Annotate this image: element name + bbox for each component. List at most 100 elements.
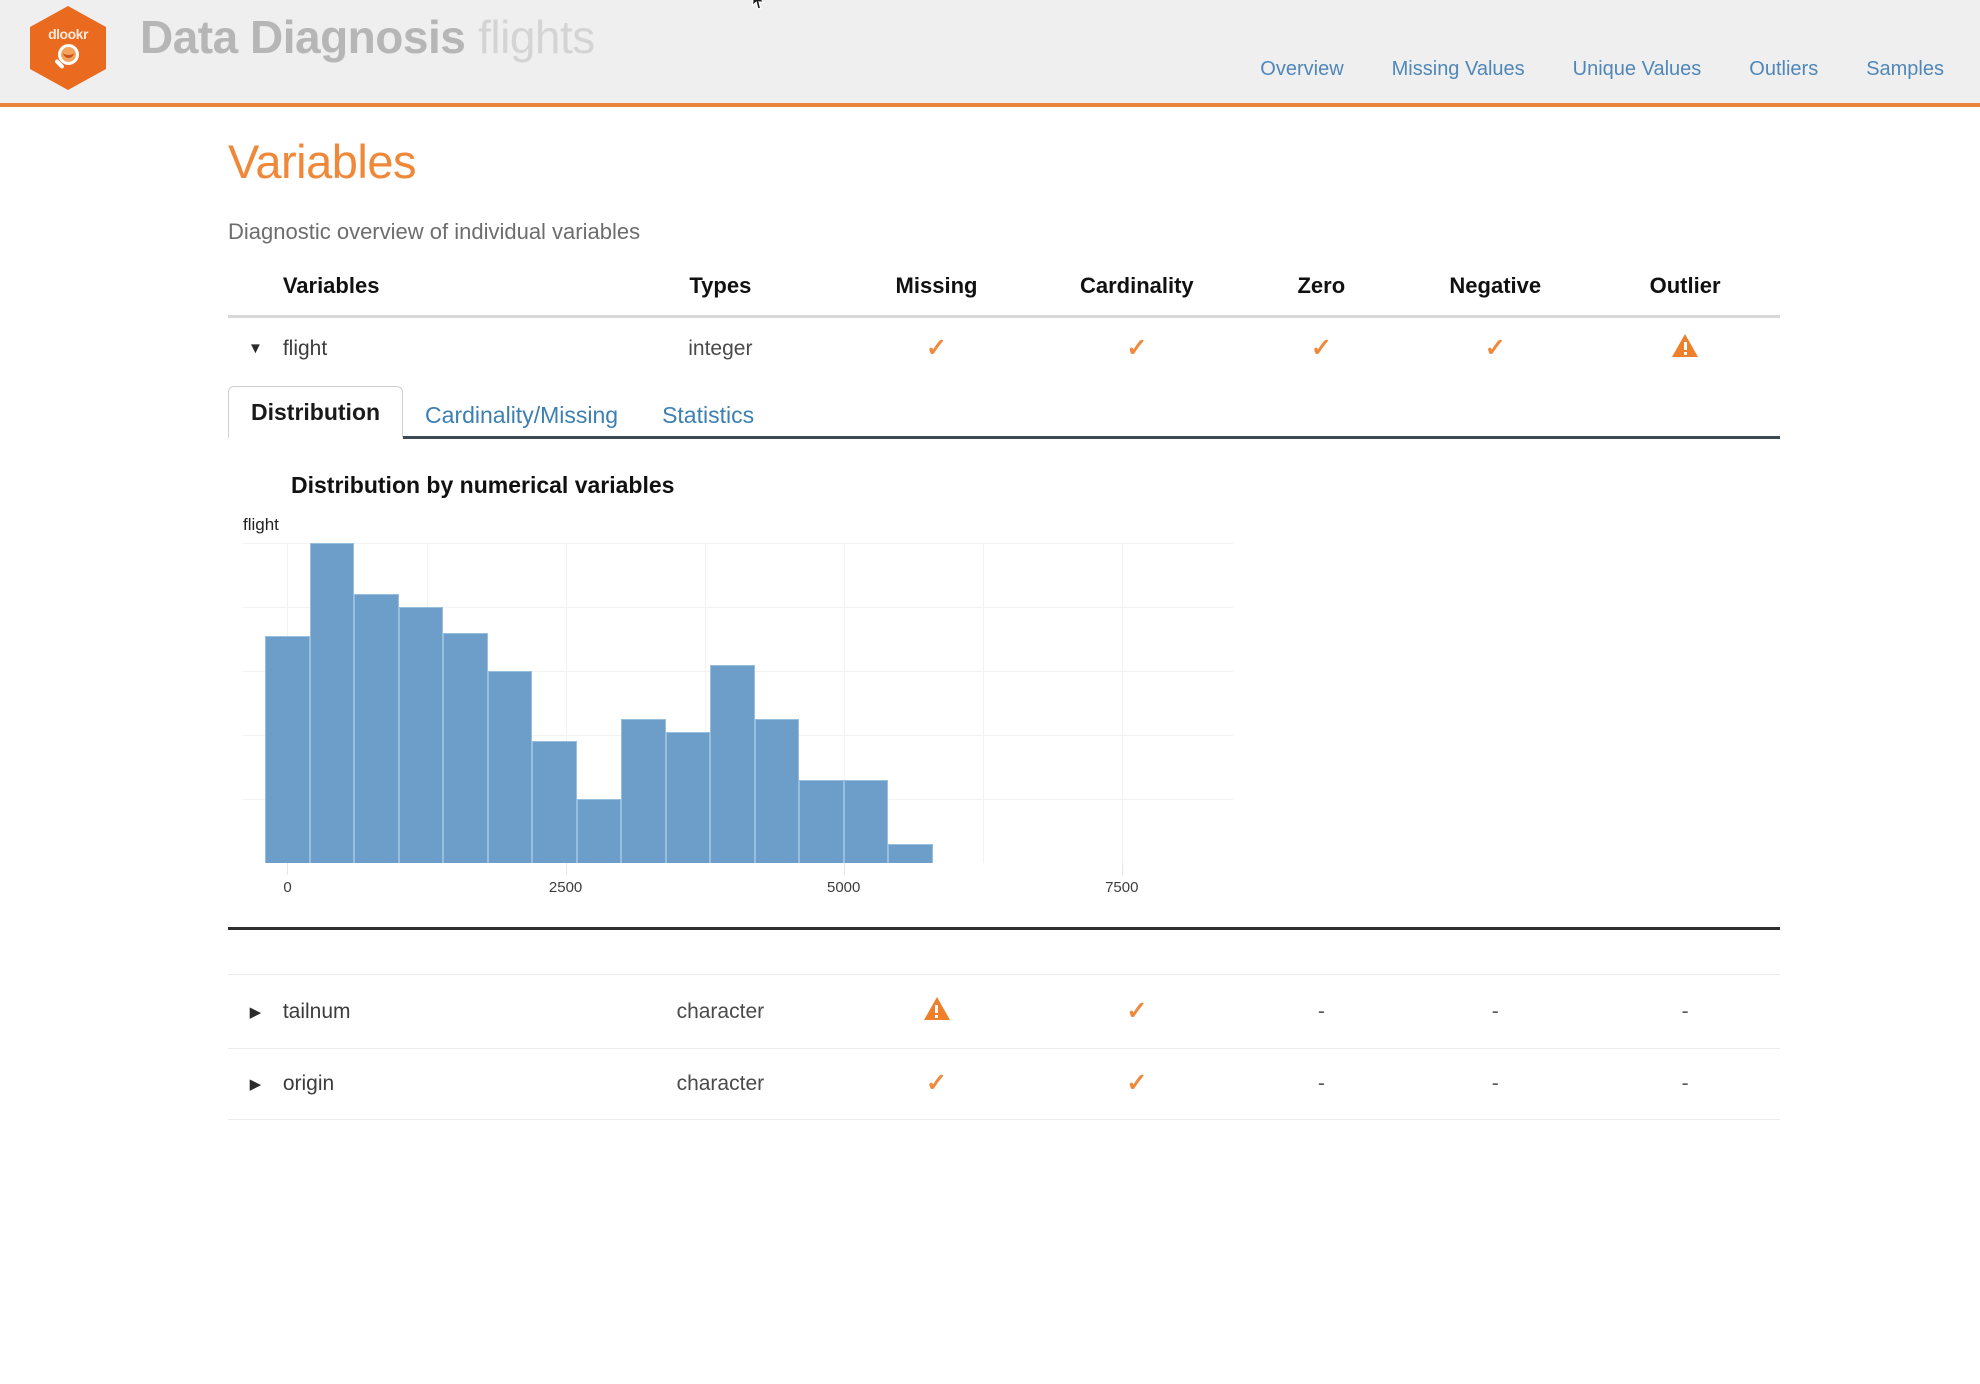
distribution-histogram: flight 0 2500 5000 7500 xyxy=(228,515,1328,896)
table-row[interactable]: ▶ tailnum character ✓ - - - xyxy=(228,974,1780,1049)
histogram-bar xyxy=(576,799,622,863)
nav-item-outliers[interactable]: Outliers xyxy=(1749,58,1818,81)
col-header-cardinality: Cardinality xyxy=(1031,273,1243,318)
histogram-bar xyxy=(621,719,666,863)
check-icon: ✓ xyxy=(1126,1069,1148,1097)
row-variable-type: integer xyxy=(688,336,753,360)
histogram-bar xyxy=(487,671,533,863)
tab-cardinality-missing[interactable]: Cardinality/Missing xyxy=(403,390,640,439)
warning-icon xyxy=(923,997,950,1020)
histogram-bar xyxy=(309,543,355,863)
x-axis-tick xyxy=(843,863,845,875)
main-nav: Overview Missing Values Unique Values Ou… xyxy=(1260,58,1944,81)
table-row[interactable]: ▼ flight integer ✓ ✓ ✓ ✓ xyxy=(228,317,1780,380)
x-axis-tick-label: 2500 xyxy=(548,879,583,896)
nav-item-overview[interactable]: Overview xyxy=(1260,58,1343,81)
row-cardinality-status: ✓ xyxy=(1031,1048,1243,1120)
detail-tabs: Distribution Cardinality/Missing Statist… xyxy=(228,381,1780,439)
row-variable-name: flight xyxy=(282,336,328,360)
variables-table: Variables Types Missing Cardinality Zero… xyxy=(228,273,1780,379)
page-title: Variables xyxy=(228,135,416,188)
check-icon: ✓ xyxy=(926,1069,947,1097)
histogram-bar xyxy=(354,594,399,863)
x-axis-tick xyxy=(287,863,289,875)
nav-item-unique-values[interactable]: Unique Values xyxy=(1573,58,1702,81)
mouse-cursor-icon xyxy=(751,0,768,13)
histogram-bar xyxy=(710,664,755,863)
row-expander-origin[interactable]: ▶ xyxy=(228,1048,283,1120)
page-body: Variables Diagnostic overview of individ… xyxy=(0,134,1980,1120)
histogram-plot-area xyxy=(243,543,1233,863)
row-cardinality-status: ✓ xyxy=(1031,317,1242,380)
histogram-bar xyxy=(888,843,933,863)
col-header-negative: Negative xyxy=(1400,273,1591,318)
row-expander-tailnum[interactable]: ▶ xyxy=(228,974,283,1049)
histogram-x-axis: 0 2500 5000 7500 xyxy=(243,863,1233,903)
row-negative-status: - xyxy=(1400,1048,1591,1120)
table-header-row: Variables Types Missing Cardinality Zero… xyxy=(228,273,1780,318)
app-title-strong: Data Diagnosis xyxy=(140,11,466,63)
check-icon: ✓ xyxy=(1310,333,1332,362)
row-missing-status: ✓ xyxy=(842,317,1032,380)
chart-heading: Distribution by numerical variables xyxy=(291,472,675,498)
histogram-bar xyxy=(799,779,844,863)
row-variable-type: character xyxy=(599,974,842,1049)
x-axis-tick-label: 7500 xyxy=(1105,879,1139,896)
histogram-bar xyxy=(665,731,711,863)
histogram-bar xyxy=(443,632,488,863)
histogram-bar xyxy=(843,779,889,863)
histogram-bar xyxy=(398,607,444,863)
app-title-dataset: flights xyxy=(478,11,595,63)
logo-wordmark: dlookr xyxy=(48,26,88,42)
nav-item-missing-values[interactable]: Missing Values xyxy=(1392,58,1525,81)
table-row[interactable]: ▶ origin character ✓ ✓ - - - xyxy=(228,1048,1780,1120)
row-missing-status xyxy=(841,974,1032,1049)
row-outlier-status xyxy=(1590,317,1780,380)
histogram-bar xyxy=(265,635,310,863)
row-variable-name: origin xyxy=(282,1048,600,1120)
col-header-missing: Missing xyxy=(841,273,1032,318)
col-header-zero: Zero xyxy=(1242,273,1401,318)
check-icon: ✓ xyxy=(1126,996,1148,1025)
section-divider xyxy=(228,927,1780,930)
row-cardinality-status: ✓ xyxy=(1031,974,1243,1049)
check-icon: ✓ xyxy=(1484,333,1506,362)
page-subtitle: Diagnostic overview of individual variab… xyxy=(228,219,641,244)
nav-item-samples[interactable]: Samples xyxy=(1866,58,1944,81)
x-axis-tick xyxy=(565,863,567,875)
histogram-bar xyxy=(532,741,577,863)
row-negative-status: ✓ xyxy=(1400,317,1590,380)
warning-icon xyxy=(1672,334,1699,357)
x-axis-tick-label: 0 xyxy=(283,879,292,896)
app-title: Data Diagnosis flights xyxy=(140,14,595,60)
chart-variable-label: flight xyxy=(243,515,279,534)
check-icon: ✓ xyxy=(926,333,947,362)
row-zero-status: - xyxy=(1242,974,1401,1049)
col-header-types: Types xyxy=(599,273,842,318)
col-header-expander xyxy=(228,273,283,318)
tab-distribution[interactable]: Distribution xyxy=(228,386,404,439)
row-missing-status: ✓ xyxy=(841,1048,1032,1120)
row-zero-status: ✓ xyxy=(1242,317,1400,380)
gridline-horizontal xyxy=(243,543,1233,544)
row-outlier-status: - xyxy=(1590,974,1780,1049)
row-variable-name: tailnum xyxy=(282,974,600,1049)
x-axis-tick-label: 5000 xyxy=(826,879,861,896)
gridline-vertical xyxy=(1121,543,1123,863)
hexagon-logo-icon: dlookr xyxy=(30,6,106,90)
row-expander-flight[interactable]: ▼ xyxy=(228,317,283,380)
app-header: dlookr Data Diagnosis flights Overview M… xyxy=(0,0,1980,107)
gridline-vertical xyxy=(982,543,984,863)
row-negative-status: - xyxy=(1400,974,1591,1049)
histogram-bar xyxy=(754,719,800,863)
tab-statistics[interactable]: Statistics xyxy=(640,390,776,439)
row-zero-status: - xyxy=(1242,1048,1401,1120)
dlookr-logo: dlookr xyxy=(30,6,106,90)
magnifier-icon xyxy=(53,43,83,73)
x-axis-tick xyxy=(1121,863,1123,875)
check-icon: ✓ xyxy=(1126,333,1148,362)
row-outlier-status: - xyxy=(1590,1048,1780,1120)
col-header-variables: Variables xyxy=(282,273,600,318)
col-header-outlier: Outlier xyxy=(1590,273,1780,318)
variables-table-continued: ▶ tailnum character ✓ - - - ▶ origin cha… xyxy=(228,974,1780,1120)
